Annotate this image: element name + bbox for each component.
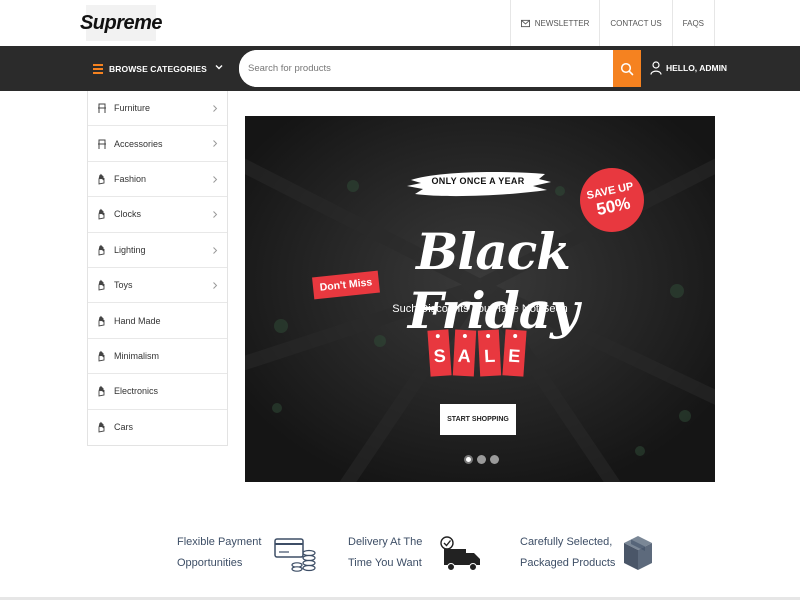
feature-line1: Delivery At The bbox=[348, 536, 423, 548]
sidebar-item-label: Clocks bbox=[114, 209, 142, 220]
start-shopping-button[interactable]: START SHOPPING bbox=[440, 404, 516, 435]
chevron-right-icon bbox=[213, 211, 218, 219]
feature-line2: Opportunities bbox=[177, 557, 243, 569]
search-icon bbox=[620, 62, 634, 75]
payment-icon bbox=[274, 538, 316, 572]
newsletter-link[interactable]: NEWSLETTER bbox=[509, 0, 600, 46]
feature-delivery: Delivery At The Time You Want bbox=[348, 532, 484, 574]
feature-line2: Packaged Products bbox=[520, 557, 616, 569]
envelope-icon bbox=[520, 19, 530, 27]
chevron-right-icon bbox=[213, 175, 218, 183]
banner-title: Black Friday bbox=[407, 222, 579, 340]
chair-icon bbox=[96, 102, 108, 114]
banner-tagline: ONLY ONCE A YEAR bbox=[431, 176, 525, 186]
feature-line1: Flexible Payment bbox=[177, 536, 262, 548]
hamburger-icon bbox=[93, 63, 103, 74]
logo-text: Supreme bbox=[79, 11, 163, 34]
sale-tag: S bbox=[427, 329, 452, 377]
contact-us-link[interactable]: CONTACT US bbox=[599, 0, 671, 46]
sidebar-item-label: Electronics bbox=[114, 386, 159, 397]
category-sidebar: Furniture Accessories Fashion Clocks Lig… bbox=[87, 91, 228, 446]
sidebar-item-label: Minimalism bbox=[114, 350, 159, 361]
search-button[interactable] bbox=[613, 50, 641, 87]
hand-icon bbox=[96, 208, 108, 220]
sidebar-item-cars[interactable]: Cars bbox=[88, 410, 227, 445]
sidebar-item-toys[interactable]: Toys bbox=[88, 268, 227, 304]
hand-icon bbox=[96, 244, 108, 256]
feature-packaged-products: Carefully Selected, Packaged Products bbox=[520, 532, 655, 574]
user-icon bbox=[650, 61, 662, 75]
user-greeting: HELLO, ADMIN bbox=[666, 63, 728, 73]
hand-icon bbox=[96, 421, 108, 433]
hand-icon bbox=[96, 315, 108, 327]
slider-dots bbox=[464, 455, 499, 464]
feature-line2: Time You Want bbox=[348, 557, 422, 569]
package-box-icon bbox=[624, 536, 653, 570]
sale-tag: L bbox=[477, 329, 502, 377]
newsletter-label: NEWSLETTER bbox=[534, 18, 590, 28]
sidebar-item-label: Cars bbox=[114, 422, 134, 433]
feature-line1: Carefully Selected, bbox=[520, 536, 613, 548]
browse-categories-button[interactable]: BROWSE CATEGORIES bbox=[93, 46, 223, 91]
sidebar-item-hand-made[interactable]: Hand Made bbox=[88, 303, 227, 339]
chevron-right-icon bbox=[213, 105, 218, 112]
sale-tag: E bbox=[502, 329, 527, 377]
faqs-label: FAQS bbox=[682, 18, 704, 28]
sidebar-item-label: Lighting bbox=[114, 244, 146, 255]
sidebar-item-label: Furniture bbox=[114, 103, 151, 114]
chevron-right-icon bbox=[213, 246, 218, 254]
sidebar-item-label: Toys bbox=[114, 280, 133, 291]
hand-icon bbox=[96, 350, 108, 362]
chevron-right-icon bbox=[213, 282, 218, 289]
search-bar bbox=[239, 50, 641, 87]
slider-dot-3[interactable] bbox=[490, 455, 499, 464]
sidebar-item-label: Hand Made bbox=[114, 315, 161, 326]
hero-banner[interactable]: ONLY ONCE A YEAR SAVE UP 50% Black Frida… bbox=[245, 116, 715, 482]
chevron-down-icon bbox=[215, 65, 223, 70]
slider-dot-1[interactable] bbox=[464, 455, 473, 464]
search-input[interactable] bbox=[239, 50, 613, 87]
hand-icon bbox=[96, 385, 108, 397]
sidebar-item-fashion[interactable]: Fashion bbox=[88, 162, 227, 198]
faqs-link[interactable]: FAQS bbox=[671, 0, 715, 46]
sidebar-item-clocks[interactable]: Clocks bbox=[88, 197, 227, 233]
sidebar-item-furniture[interactable]: Furniture bbox=[88, 91, 227, 127]
contact-us-label: CONTACT US bbox=[610, 18, 662, 28]
chair-icon bbox=[96, 138, 108, 150]
sidebar-item-electronics[interactable]: Electronics bbox=[88, 374, 227, 410]
top-bar: Supreme NEWSLETTER CONTACT US FAQS bbox=[0, 0, 800, 46]
user-account-link[interactable]: HELLO, ADMIN bbox=[650, 60, 727, 76]
slider-dot-2[interactable] bbox=[477, 455, 486, 464]
sidebar-item-minimalism[interactable]: Minimalism bbox=[88, 339, 227, 375]
delivery-truck-icon bbox=[440, 536, 481, 571]
site-logo[interactable]: Supreme bbox=[80, 5, 163, 41]
hand-icon bbox=[96, 279, 108, 291]
sidebar-item-label: Accessories bbox=[114, 138, 163, 149]
sidebar-item-lighting[interactable]: Lighting bbox=[88, 233, 227, 268]
sidebar-item-label: Fashion bbox=[114, 173, 147, 184]
top-links: NEWSLETTER CONTACT US FAQS bbox=[509, 0, 715, 46]
chevron-right-icon bbox=[213, 140, 218, 148]
browse-categories-label: BROWSE CATEGORIES bbox=[109, 63, 207, 74]
sale-tag: A bbox=[452, 329, 477, 377]
banner-subtitle: Such Discounts You Have Not Seen bbox=[392, 303, 568, 315]
feature-flexible-payment: Flexible Payment Opportunities bbox=[177, 532, 319, 574]
sale-tags: S A L E bbox=[427, 329, 527, 377]
sidebar-item-accessories[interactable]: Accessories bbox=[88, 126, 227, 162]
hand-icon bbox=[96, 173, 108, 185]
